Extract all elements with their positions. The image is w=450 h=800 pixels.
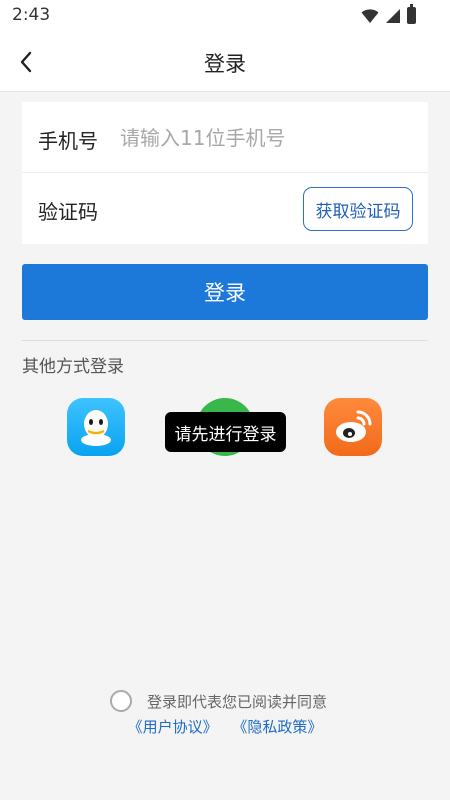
agree-checkbox[interactable]	[110, 690, 132, 712]
code-label: 验证码	[38, 200, 98, 224]
toast-message: 请先进行登录	[165, 412, 286, 452]
status-time: 2:43	[12, 5, 51, 25]
agreement-text: 登录即代表您已阅读并同意	[147, 693, 328, 711]
wifi-icon	[361, 8, 379, 23]
user-agreement-link[interactable]: 《用户协议》	[128, 718, 218, 736]
login-button[interactable]: 登录	[22, 264, 428, 320]
divider	[22, 340, 428, 341]
weibo-login-button[interactable]	[324, 398, 382, 456]
signal-icon	[386, 8, 400, 23]
qq-login-button[interactable]	[67, 398, 125, 456]
agreement-links: 《用户协议》 《隐私政策》	[0, 716, 450, 737]
app-bar: 登录	[0, 32, 450, 92]
page-title: 登录	[204, 52, 246, 76]
system-nav-area	[0, 776, 450, 800]
other-login-title: 其他方式登录	[22, 357, 124, 377]
phone-input[interactable]	[120, 118, 410, 158]
phone-label: 手机号	[38, 129, 98, 153]
code-row: 验证码 获取验证码	[22, 173, 428, 244]
status-bar: 2:43	[0, 0, 450, 32]
qq-icon	[81, 410, 111, 446]
weibo-icon	[336, 410, 372, 442]
get-code-button[interactable]: 获取验证码	[303, 187, 413, 231]
status-icons	[361, 4, 416, 24]
login-form: 手机号 验证码 获取验证码	[22, 102, 428, 244]
phone-row: 手机号	[22, 102, 428, 173]
privacy-policy-link[interactable]: 《隐私政策》	[232, 718, 322, 736]
battery-icon	[407, 4, 416, 24]
